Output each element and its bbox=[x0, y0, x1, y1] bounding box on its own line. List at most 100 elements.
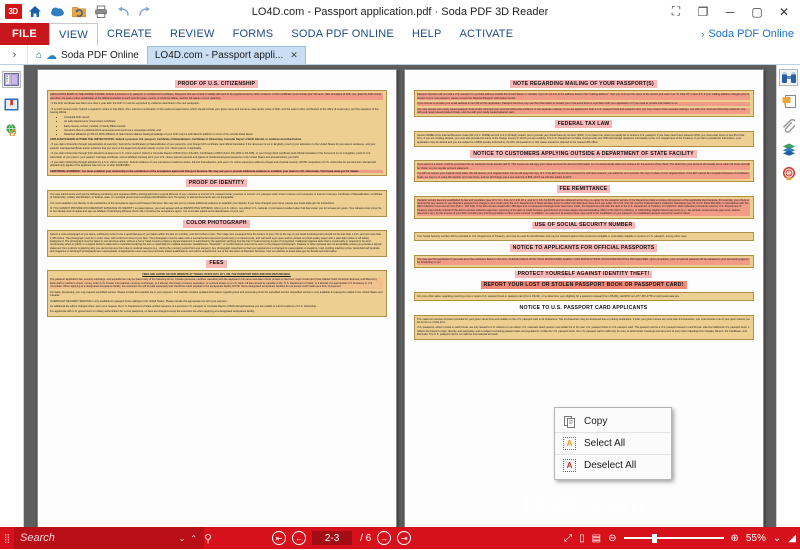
soda-pdf-online-link[interactable]: › Soda PDF Online bbox=[701, 23, 800, 45]
home-icon: ⌂ bbox=[36, 50, 43, 61]
copy-icon bbox=[563, 415, 576, 428]
paragraph: U.S. passports, either in book or card f… bbox=[417, 326, 750, 337]
paragraph: An additional fee will be charged when, … bbox=[50, 305, 317, 308]
search-binoculars-icon[interactable] bbox=[779, 69, 798, 86]
document-viewport[interactable]: PROOF OF U.S. CITIZENSHIP APPLICANTS BOR… bbox=[24, 65, 776, 527]
left-panel-rail bbox=[0, 65, 24, 527]
paragraph: The passport application fee, security s… bbox=[50, 278, 383, 289]
minimize-button[interactable]: ─ bbox=[717, 1, 743, 23]
maximize-button[interactable]: ▢ bbox=[744, 1, 770, 23]
paragraph: The maximum number of letters provided f… bbox=[417, 317, 750, 325]
section-heading: COLOR PHOTOGRAPH bbox=[183, 219, 250, 228]
bookmarks-panel-icon[interactable] bbox=[2, 96, 21, 113]
signature-seal-icon[interactable]: S bbox=[779, 165, 798, 182]
text-block: Section 6039E of the Internal Revenue Co… bbox=[413, 130, 754, 148]
ribbon-tab-forms[interactable]: FORMS bbox=[224, 23, 283, 45]
single-page-view-icon[interactable]: ▯ bbox=[579, 533, 585, 544]
paragraph: IF YOU CANNOT PROVIDE DOCUMENTARY EVIDEN… bbox=[50, 206, 382, 214]
resize-grip-icon[interactable]: ◢ bbox=[788, 533, 796, 544]
context-menu-label: Deselect All bbox=[584, 460, 637, 471]
undo-icon[interactable] bbox=[114, 3, 132, 21]
paragraph: - If you claim citizenship through adopt… bbox=[50, 161, 376, 168]
context-menu-item-copy[interactable]: Copy bbox=[555, 411, 671, 432]
context-menu-item-deselect-all[interactable]: A Deselect All bbox=[555, 454, 671, 476]
tab-passport-application[interactable]: LO4D.com - Passport appli... ✕ bbox=[146, 46, 306, 64]
soda-pdf-3d-logo: 3D bbox=[4, 3, 22, 21]
ribbon-tab-soda-pdf-online[interactable]: SODA PDF ONLINE bbox=[282, 23, 403, 45]
list-item: Insurance files or published birth annou… bbox=[64, 129, 383, 132]
current-page-input[interactable]: 2-3 bbox=[312, 531, 353, 545]
search-prev-icon[interactable]: ⌃ bbox=[190, 534, 198, 543]
last-page-button[interactable]: ⇥ bbox=[397, 531, 412, 545]
next-page-button[interactable]: → bbox=[377, 531, 392, 545]
search-box[interactable]: Search ⌄ ⌃ bbox=[14, 527, 204, 549]
soda-pdf-online-link-label: Soda PDF Online bbox=[708, 28, 794, 40]
text-block: For more information regarding reporting… bbox=[413, 291, 754, 302]
fullscreen-icon[interactable]: ⛶ bbox=[663, 1, 689, 23]
paragraph: If you choose to provide your email addr… bbox=[417, 102, 750, 106]
list-item: Early census, school, medical, or family… bbox=[64, 125, 383, 128]
quick-access-toolbar: 3D bbox=[0, 3, 154, 21]
previous-page-button[interactable]: ← bbox=[292, 531, 307, 545]
context-menu[interactable]: Copy A Select All A Deselect All bbox=[554, 407, 672, 480]
text-block: The maximum number of letters provided f… bbox=[413, 314, 754, 340]
links-panel-icon[interactable] bbox=[2, 121, 21, 138]
thumbnails-panel-icon[interactable] bbox=[2, 71, 21, 88]
paragraph: - If no birth record exists: Submit a re… bbox=[50, 107, 379, 115]
tab-expand-icon[interactable]: › bbox=[2, 45, 28, 64]
section-heading: NOTE REGARDING MAILING OF YOUR PASSPORT(… bbox=[510, 80, 657, 88]
text-block: Passport Services will not mail a U.S. p… bbox=[413, 90, 754, 118]
redo-icon[interactable] bbox=[136, 3, 154, 21]
zoom-slider-handle[interactable] bbox=[651, 533, 657, 543]
attachments-paperclip-icon[interactable] bbox=[779, 117, 798, 134]
search-icon[interactable]: ⚲ bbox=[204, 532, 212, 545]
folder-sync-icon[interactable] bbox=[70, 3, 88, 21]
ribbon-tab-activate[interactable]: ACTIVATE bbox=[451, 23, 523, 45]
close-button[interactable]: ✕ bbox=[771, 1, 797, 23]
document-tab-strip: › ⌂ ☁ Soda PDF Online LO4D.com - Passpor… bbox=[0, 45, 800, 65]
tab-label: LO4D.com - Passport appli... bbox=[154, 50, 284, 61]
first-page-button[interactable]: ⇤ bbox=[272, 531, 287, 545]
ribbon-menu-bar: FILE VIEW CREATE REVIEW FORMS SODA PDF O… bbox=[0, 23, 800, 46]
total-pages-label: / 6 bbox=[360, 532, 372, 544]
zoom-slider[interactable] bbox=[623, 531, 724, 545]
zoom-in-button[interactable]: ⊕ bbox=[731, 533, 739, 544]
paragraph: APPLICANTS BORN IN THE UNITED STATES: Su… bbox=[50, 93, 383, 101]
section-heading: PROTECT YOURSELF AGAINST IDENTITY THEFT! bbox=[514, 270, 653, 279]
restore-down-icon[interactable]: ❐ bbox=[690, 1, 716, 23]
text-block: You may submit items such as the followi… bbox=[46, 189, 387, 217]
ribbon-tab-review[interactable]: REVIEW bbox=[161, 23, 224, 45]
pdf-page-2: PROOF OF U.S. CITIZENSHIP APPLICANTS BOR… bbox=[36, 69, 397, 527]
close-icon[interactable]: ✕ bbox=[290, 50, 298, 61]
file-menu-button[interactable]: FILE bbox=[0, 23, 50, 45]
select-all-icon: A bbox=[563, 437, 576, 450]
zoom-level-label[interactable]: 55% bbox=[746, 533, 766, 544]
paragraph: For faster processing, you may request e… bbox=[50, 290, 383, 298]
paragraph: For applicants with U.S. government or m… bbox=[50, 310, 255, 314]
facing-pages-view-icon[interactable]: ▤ bbox=[592, 533, 601, 544]
tab-soda-pdf-online[interactable]: ⌂ ☁ Soda PDF Online bbox=[28, 46, 147, 64]
zoom-out-button[interactable]: ⊖ bbox=[608, 533, 616, 544]
ribbon-tab-create[interactable]: CREATE bbox=[98, 23, 161, 45]
context-menu-item-select-all[interactable]: A Select All bbox=[555, 432, 671, 454]
zoom-dropdown-icon[interactable]: ⌄ bbox=[773, 533, 781, 544]
layers-icon[interactable] bbox=[779, 141, 798, 158]
paragraph: - If you claim citizenship through natur… bbox=[50, 143, 376, 150]
paragraph: ADDITIONAL EVIDENCE: You must establish … bbox=[50, 169, 383, 174]
view-controls: ⤢ ▯ ▤ ⊖ ⊕ 55% ⌄ ◢ bbox=[564, 531, 800, 545]
bullet-list: A hospital birth record; An early baptis… bbox=[64, 116, 383, 135]
paragraph: You may receive your newly issued passpo… bbox=[417, 107, 750, 115]
ribbon-tab-view[interactable]: VIEW bbox=[49, 23, 98, 46]
workspace: PROOF OF U.S. CITIZENSHIP APPLICANTS BOR… bbox=[0, 65, 800, 527]
search-input[interactable]: Search bbox=[20, 532, 175, 544]
print-icon[interactable] bbox=[92, 3, 110, 21]
cloud-icon[interactable] bbox=[48, 3, 66, 21]
paragraph: You may use this application if you meet… bbox=[417, 257, 750, 265]
ribbon-tab-help[interactable]: HELP bbox=[403, 23, 451, 45]
fit-page-icon[interactable]: ⤢ bbox=[564, 533, 572, 544]
search-next-icon[interactable]: ⌄ bbox=[179, 534, 187, 543]
context-menu-label: Copy bbox=[584, 416, 608, 427]
comments-icon[interactable] bbox=[779, 93, 798, 110]
home-icon[interactable] bbox=[26, 3, 44, 21]
paragraph: Submit a color photograph of you alone, … bbox=[50, 233, 382, 254]
